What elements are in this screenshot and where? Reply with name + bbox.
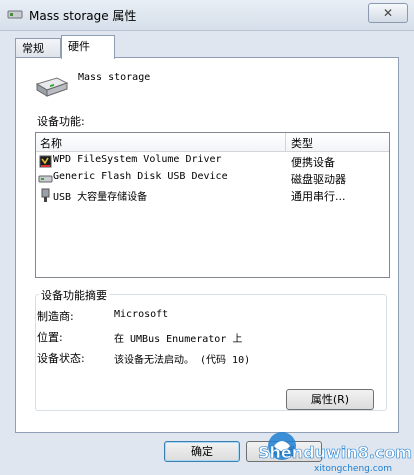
list-item-type: 便携设备: [291, 156, 335, 169]
portable-device-icon: [39, 155, 52, 168]
location-label: 位置:: [37, 331, 63, 344]
close-icon: ✕: [382, 6, 394, 20]
device-name: Mass storage: [78, 72, 151, 83]
column-header-name[interactable]: 名称: [40, 135, 62, 151]
watermark-main-text: Shenduwin8.com: [258, 443, 412, 462]
list-item-type: 通用串行...: [291, 190, 346, 203]
tab-panel-hardware: Mass storage 设备功能: 名称 类型 WPD FileSystem …: [15, 57, 399, 433]
list-item-type: 磁盘驱动器: [291, 173, 346, 186]
disk-drive-icon: [38, 175, 53, 183]
column-header-type[interactable]: 类型: [291, 135, 313, 151]
usb-icon: [41, 188, 50, 202]
tab-general[interactable]: 常规: [15, 38, 61, 58]
device-status-value: 该设备无法启动。 (代码 10): [114, 355, 251, 366]
manufacturer-value: Microsoft: [114, 309, 169, 320]
manufacturer-label: 制造商:: [37, 310, 74, 323]
device-functions-label: 设备功能:: [37, 115, 85, 128]
list-header: 名称 类型: [36, 133, 389, 152]
usb-drive-icon: [7, 10, 23, 19]
ok-button[interactable]: 确定: [164, 441, 240, 462]
location-value: 在 UMBus Enumerator 上: [114, 334, 243, 345]
list-item-name: USB 大容量存储设备: [53, 192, 148, 203]
list-item-name: WPD FileSystem Volume Driver: [53, 154, 222, 165]
tab-hardware[interactable]: 硬件: [61, 35, 115, 59]
list-item[interactable]: USB 大容量存储设备 通用串行...: [36, 187, 389, 204]
column-divider[interactable]: [285, 133, 286, 151]
properties-button[interactable]: 属性(R): [286, 389, 374, 410]
window-title: Mass storage 属性: [29, 9, 137, 23]
close-button[interactable]: ✕: [368, 3, 408, 23]
device-summary-title: 设备功能摘要: [39, 287, 109, 303]
list-item-name: Generic Flash Disk USB Device: [53, 171, 228, 182]
device-status-label: 设备状态:: [37, 352, 85, 365]
site-watermark-logo: Shenduwin8.com xitongcheng.com: [258, 432, 412, 474]
list-item[interactable]: WPD FileSystem Volume Driver 便携设备: [36, 153, 389, 170]
list-item[interactable]: Generic Flash Disk USB Device 磁盘驱动器: [36, 170, 389, 187]
device-drive-icon: [35, 77, 69, 97]
watermark-sub-text: xitongcheng.com: [314, 464, 392, 474]
device-functions-list[interactable]: 名称 类型 WPD FileSystem Volume Driver 便携设备 …: [35, 132, 390, 278]
title-bar: Mass storage 属性 ✕: [0, 0, 414, 31]
